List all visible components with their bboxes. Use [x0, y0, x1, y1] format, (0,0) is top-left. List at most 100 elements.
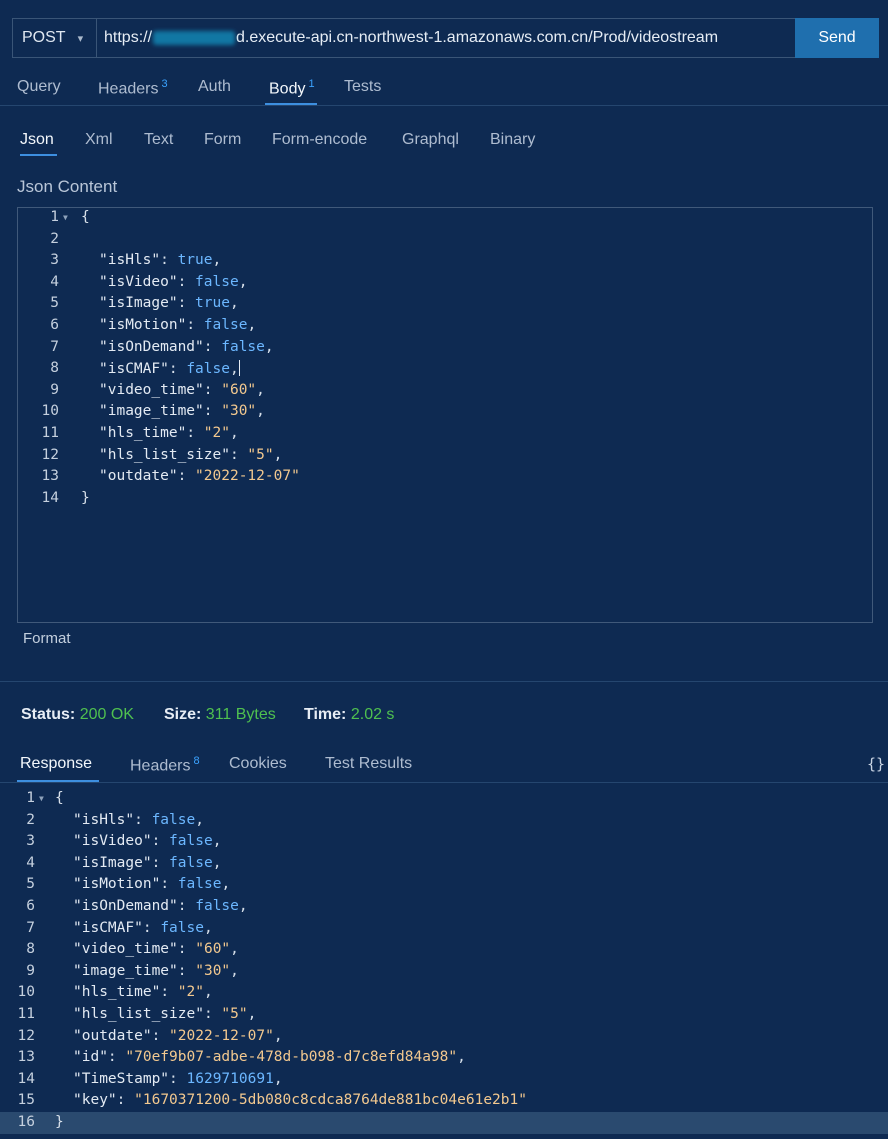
code-token: , — [273, 1070, 283, 1087]
code-token: "2022-12-07" — [195, 468, 300, 485]
tab-headers-badge: 3 — [161, 78, 168, 90]
code-line: } — [81, 490, 90, 506]
code-token: , — [212, 252, 222, 269]
code-token: : — [151, 854, 170, 871]
body-tab-form[interactable]: Form — [204, 131, 241, 149]
body-tab-graphql[interactable]: Graphql — [402, 131, 459, 149]
line-number: 8 — [50, 360, 59, 377]
code-token: "key" — [73, 1092, 117, 1109]
line-number: 6 — [26, 898, 35, 914]
line-number: 5 — [50, 295, 59, 312]
size-label: Size: — [164, 706, 202, 723]
fold-toggle-icon[interactable]: ▼ — [39, 794, 44, 803]
code-token: , — [195, 811, 204, 828]
line-number: 7 — [26, 919, 35, 936]
body-tab-form-encode[interactable]: Form-encode — [272, 131, 367, 149]
line-number: 1 — [50, 209, 59, 225]
status-label: Status: — [21, 706, 76, 723]
code-line: "isOnDemand": false, — [73, 898, 248, 914]
code-token: "5" — [247, 446, 274, 463]
code-token: "2" — [177, 984, 204, 1001]
line-number: 12 — [17, 1027, 35, 1044]
code-token: , — [273, 446, 283, 463]
url-suffix: d.execute-api.cn-northwest-1.amazonaws.c… — [236, 29, 719, 46]
code-token: : — [203, 1006, 222, 1022]
code-token: , — [221, 876, 231, 893]
code-token: : — [177, 962, 196, 979]
response-tab-cookies[interactable]: Cookies — [229, 755, 287, 773]
code-line: "outdate": "2022-12-07", — [73, 1028, 283, 1044]
tab-headers[interactable]: Headers 3 — [98, 78, 168, 98]
url-input[interactable]: https:// d.execute-api.cn-northwest-1.ama… — [96, 18, 796, 58]
code-line: "video_time": "60", — [99, 382, 265, 398]
braces-icon[interactable]: {} — [867, 755, 885, 773]
response-tab-response[interactable]: Response — [20, 755, 92, 773]
code-token: } — [81, 489, 90, 506]
code-token: "outdate" — [99, 468, 178, 485]
code-line: "isOnDemand": false, — [99, 339, 274, 355]
line-number: 10 — [17, 984, 35, 1001]
code-token: , — [247, 1006, 257, 1022]
size-value: 311 Bytes — [205, 706, 276, 723]
line-number: 9 — [26, 962, 35, 979]
code-token: "hls_list_size" — [99, 446, 230, 463]
code-token: "isOnDemand" — [73, 898, 178, 914]
request-json-editor[interactable]: 1 ▼ {2 3 "isHls": true, 4 "isVideo": false, 5 "i… — [17, 207, 873, 623]
code-token: , — [229, 425, 239, 441]
body-tab-xml[interactable]: Xml — [85, 131, 113, 149]
code-line: { — [55, 790, 64, 806]
code-line: "image_time": "30", — [73, 963, 239, 979]
line-number: 3 — [26, 833, 35, 850]
code-token: : — [203, 403, 222, 420]
code-line: "isHls": false, — [73, 812, 204, 828]
response-tabs-divider — [0, 782, 888, 783]
code-token: false — [169, 833, 213, 850]
code-token: , — [256, 381, 265, 398]
body-tab-json[interactable]: Json — [20, 131, 54, 149]
code-token: "60" — [221, 381, 257, 398]
time-label: Time: — [304, 706, 347, 723]
code-line: "TimeStamp": 1629710691, — [73, 1071, 283, 1087]
tab-body-label: Body — [269, 80, 306, 98]
response-tab-test-results[interactable]: Test Results — [325, 755, 412, 773]
code-token: false — [160, 919, 204, 936]
code-token: : — [160, 984, 178, 1001]
code-token: false — [203, 317, 248, 333]
tab-auth[interactable]: Auth — [198, 78, 231, 96]
code-line: "isImage": true, — [99, 295, 239, 311]
code-token: : — [142, 919, 161, 936]
response-json-viewer[interactable]: 1 ▼ {2 "isHls": false, 3 "isVideo": false, 4 "i… — [0, 787, 888, 1139]
tab-query[interactable]: Query — [17, 78, 61, 96]
code-token: "TimeStamp" — [73, 1070, 170, 1087]
line-number: 16 — [17, 1114, 35, 1130]
tab-body[interactable]: Body 1 — [269, 78, 315, 98]
line-number: 2 — [50, 230, 59, 247]
code-token: , — [203, 919, 213, 936]
code-token: "isImage" — [73, 854, 152, 871]
tab-query-label: Query — [17, 78, 61, 95]
code-line: "isVideo": false, — [73, 833, 221, 849]
code-token: , — [229, 295, 239, 312]
body-tab-text[interactable]: Text — [144, 131, 173, 149]
code-line: } — [55, 1114, 64, 1130]
code-token: "isMotion" — [99, 317, 187, 333]
method-select[interactable]: POST ▾ — [12, 18, 96, 58]
response-tab-headers-label: Headers — [130, 757, 191, 775]
code-token: "hls_time" — [73, 984, 161, 1001]
code-token: "isHls" — [73, 811, 135, 828]
code-line: "isImage": false, — [73, 855, 221, 871]
status-value: 200 OK — [79, 706, 134, 723]
code-token: "70ef9b07-adbe-478d-b098-d7c8efd84a98" — [125, 1049, 458, 1066]
code-token: : — [169, 1070, 187, 1087]
code-token: "2022-12-07" — [169, 1027, 274, 1044]
code-token: } — [55, 1114, 64, 1130]
code-token: "video_time" — [73, 941, 178, 958]
response-tab-headers[interactable]: Headers 8 — [130, 755, 200, 775]
send-button[interactable]: Send — [795, 18, 879, 58]
fold-toggle-icon[interactable]: ▼ — [63, 213, 68, 222]
format-button[interactable]: Format — [23, 630, 71, 647]
body-tab-binary[interactable]: Binary — [490, 131, 535, 149]
code-token: "isImage" — [99, 295, 178, 312]
code-token: false — [177, 876, 222, 893]
tab-tests[interactable]: Tests — [344, 78, 381, 96]
